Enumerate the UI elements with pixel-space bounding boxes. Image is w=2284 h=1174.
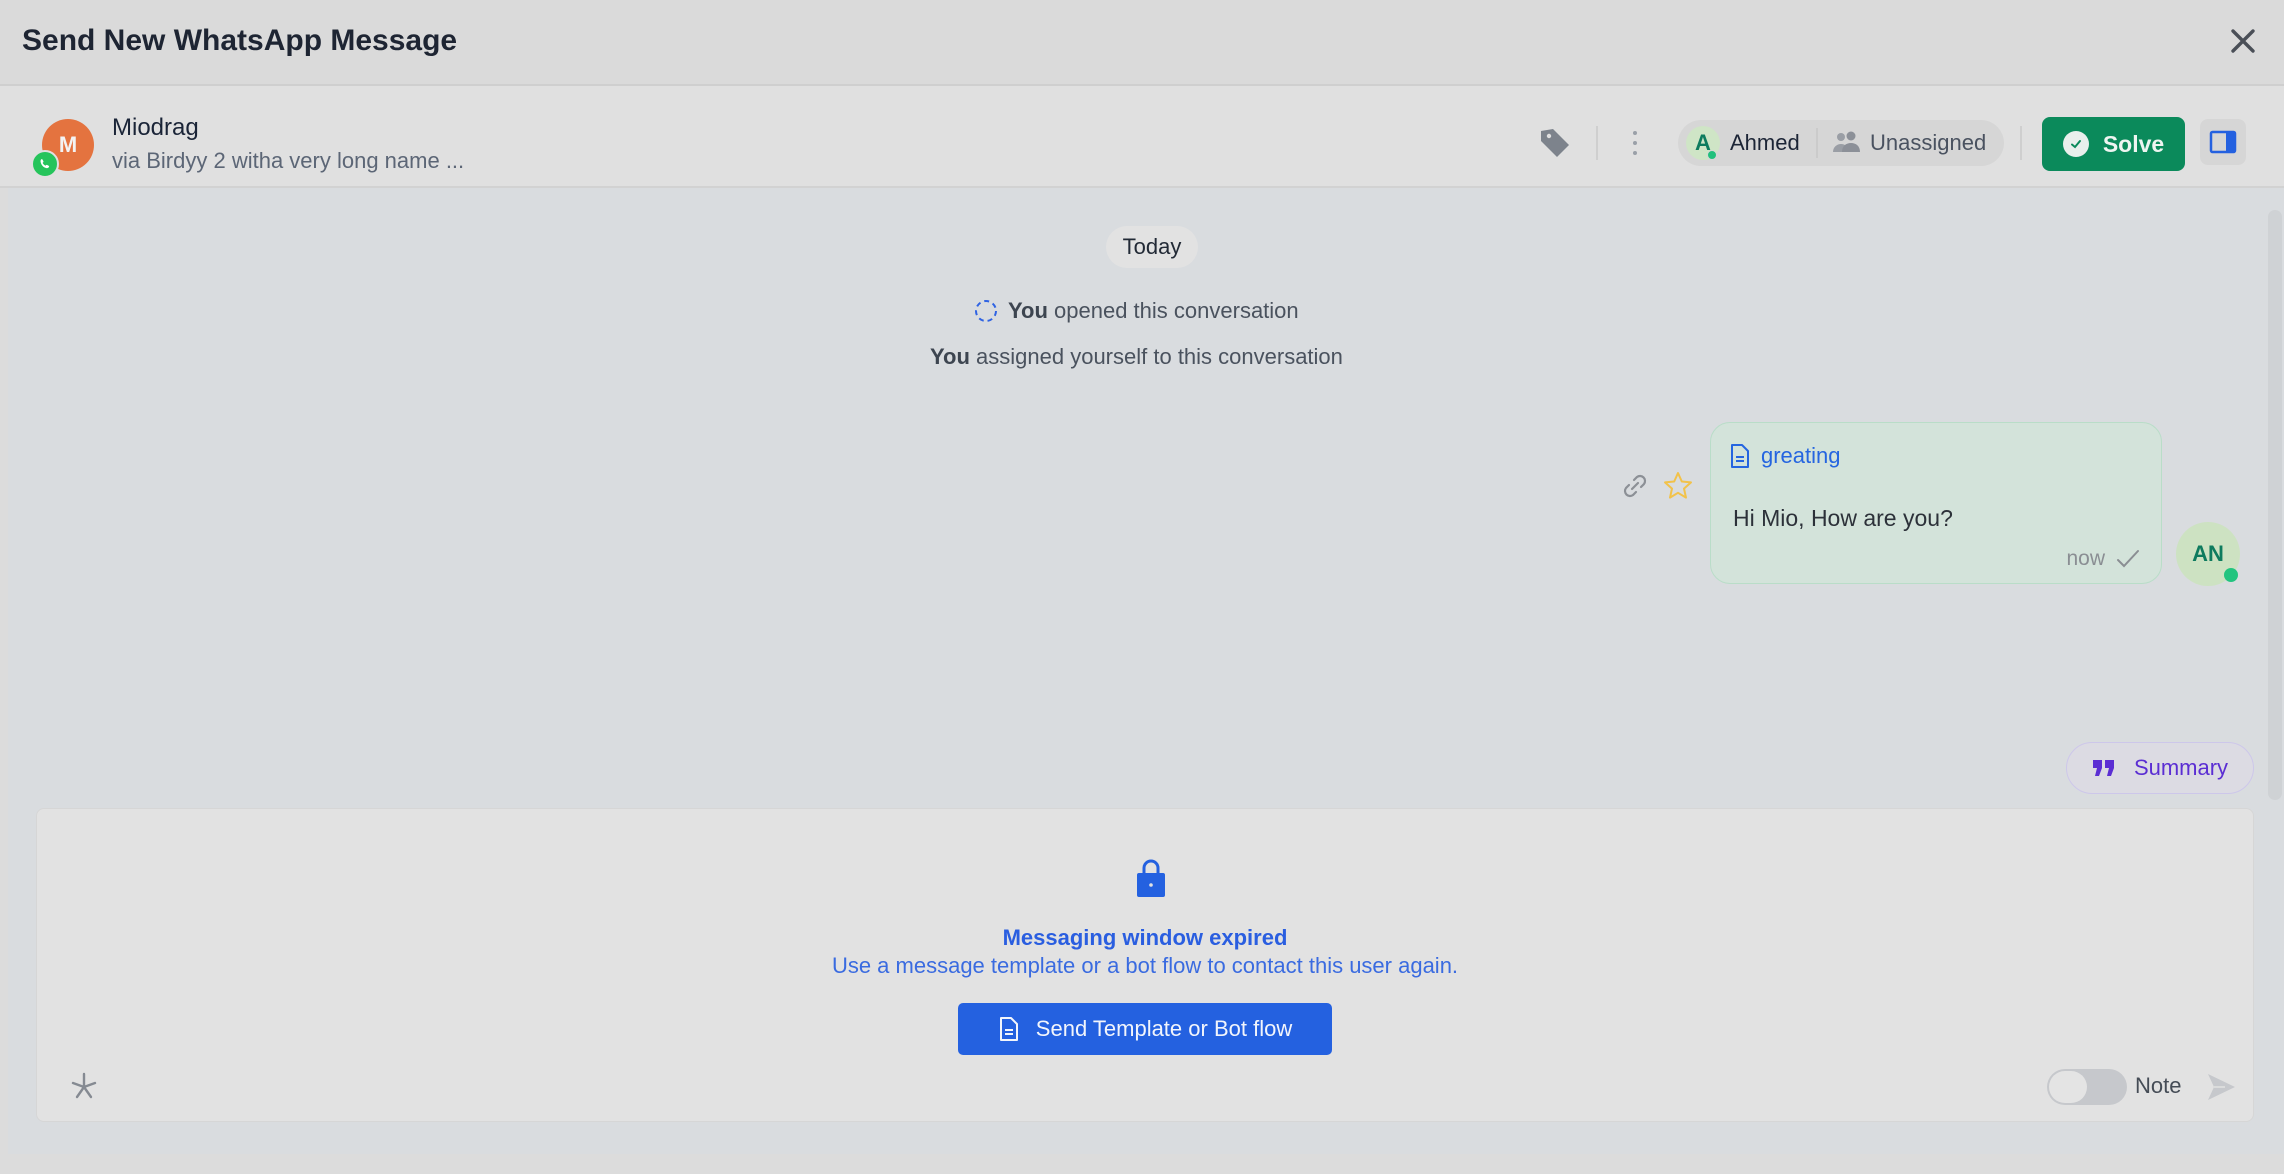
activity-event: You assigned yourself to this conversati… (930, 344, 1343, 369)
whatsapp-icon (31, 150, 59, 178)
assigned-team[interactable]: Unassigned (1832, 126, 1986, 160)
agent-name: Ahmed (1730, 130, 1800, 155)
check-icon (2117, 550, 2139, 568)
scrollbar[interactable] (2268, 210, 2282, 800)
send-icon (2208, 1074, 2235, 1100)
solve-label: Solve (2102, 130, 2165, 157)
toggle-sidebar-button[interactable] (2200, 119, 2246, 165)
divider (1596, 126, 1598, 160)
date-separator: Today (1106, 226, 1198, 268)
summary-label: Summary (2133, 755, 2229, 780)
document-icon (1731, 444, 1749, 468)
message-time: now (2066, 547, 2105, 570)
users-icon (1833, 131, 1860, 152)
expired-title: Messaging window expired (1002, 925, 1288, 950)
star-icon (1664, 472, 1692, 499)
quote-icon (2092, 760, 2114, 776)
expired-subtitle: Use a message template or a bot flow to … (831, 953, 1459, 978)
document-icon (999, 1017, 1018, 1041)
dialog-title: Send New WhatsApp Message (22, 24, 458, 57)
tag-icon (1541, 129, 1569, 157)
more-options-button[interactable] (1628, 126, 1642, 160)
assignment-pill: A Ahmed Unassigned (1678, 120, 2004, 166)
ai-assist-button[interactable] (69, 1071, 99, 1106)
message-text: Hi Mio, How are you? (1733, 505, 1953, 531)
lock-icon (1133, 859, 1169, 904)
send-button[interactable] (2205, 1071, 2237, 1108)
close-button[interactable] (2226, 24, 2260, 58)
agent-avatar: A (1686, 126, 1720, 160)
sparkle-icon (71, 1072, 97, 1099)
assigned-agent[interactable]: A Ahmed (1686, 126, 1800, 160)
link-icon (1623, 474, 1647, 498)
message-bubble: greating Hi Mio, How are you? now (1710, 422, 2162, 584)
note-label: Note (2135, 1073, 2182, 1098)
send-template-button[interactable]: Send Template or Bot flow (958, 1003, 1332, 1055)
template-name: greating (1761, 443, 1841, 468)
note-toggle[interactable] (2047, 1069, 2127, 1105)
dashed-circle-icon (975, 300, 997, 322)
contact-channel: via Birdyy 2 witha very long name ... (112, 148, 465, 173)
template-link[interactable]: greating (1729, 443, 1841, 469)
divider (1816, 128, 1818, 158)
kebab-icon (1633, 131, 1637, 155)
conversation-thread: Today You opened this conversation You a… (8, 188, 2284, 1154)
team-name: Unassigned (1870, 130, 1987, 155)
copy-link-button[interactable] (1620, 471, 1650, 501)
toggle-knob (2049, 1071, 2087, 1103)
contact-name[interactable]: Miodrag (112, 114, 199, 142)
sidebar-toggle-icon (2209, 130, 2237, 154)
dialog-header: Send New WhatsApp Message (0, 0, 2284, 86)
online-indicator (2224, 568, 2238, 582)
conversation-header: M Miodrag via Birdyy 2 witha very long n… (0, 86, 2284, 188)
close-icon (2231, 29, 2255, 53)
online-indicator (1707, 150, 1717, 160)
send-template-label: Send Template or Bot flow (1035, 1016, 1293, 1041)
solve-button[interactable]: Solve (2042, 117, 2185, 171)
activity-event: You opened this conversation (974, 298, 1299, 324)
check-circle-icon (2062, 131, 2089, 157)
composer: Messaging window expired Use a message t… (36, 808, 2254, 1122)
summary-button[interactable]: Summary (2066, 742, 2254, 794)
tag-button[interactable] (1538, 126, 1572, 160)
sender-avatar: AN (2176, 522, 2240, 586)
message-meta: now (2066, 547, 2141, 571)
star-button[interactable] (1662, 470, 1694, 502)
message-actions (1620, 470, 1694, 502)
divider (2020, 126, 2022, 160)
